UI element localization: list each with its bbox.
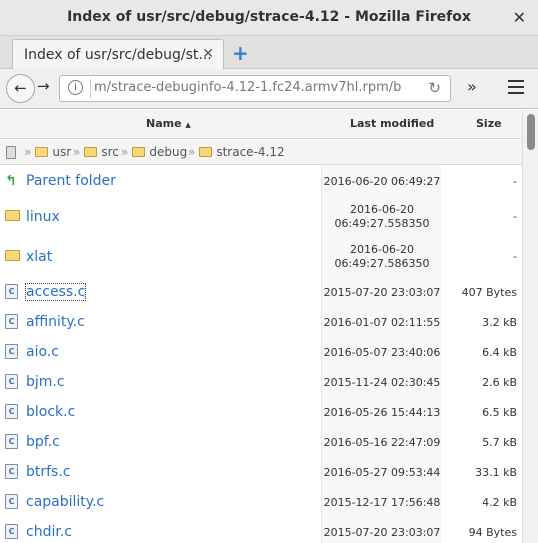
c-file-icon: C xyxy=(5,433,18,449)
list-item-file[interactable]: C capability.c 2015-12-17 17:56:48 4.2 k… xyxy=(0,488,522,518)
parent-folder-icon: ↰ xyxy=(5,173,17,189)
breadcrumb-item-debug[interactable]: » debug xyxy=(121,145,187,159)
file-name[interactable]: Parent folder xyxy=(26,173,116,189)
listing-header: Name ▲ Last modified Size xyxy=(0,110,522,139)
file-size: 407 Bytes xyxy=(461,286,517,299)
info-icon[interactable]: i xyxy=(68,80,83,95)
file-name[interactable]: block.c xyxy=(26,404,75,420)
file-size: 6.5 kB xyxy=(482,406,517,419)
window-close-icon[interactable]: ✕ xyxy=(513,8,526,27)
c-file-icon: C xyxy=(5,343,18,359)
folder-icon xyxy=(35,147,49,157)
column-header-name[interactable]: Name ▲ xyxy=(146,117,191,130)
file-name[interactable]: xlat xyxy=(26,249,52,265)
breadcrumb-item-strace[interactable]: » strace-4.12 xyxy=(188,145,285,159)
list-item-file[interactable]: C affinity.c 2016-01-07 02:11:55 3.2 kB xyxy=(0,308,522,338)
c-file-icon: C xyxy=(5,493,18,509)
c-file-icon: C xyxy=(5,523,18,539)
navigation-bar: ← → i m/strace-debuginfo-4.12-1.fc24.arm… xyxy=(0,69,538,109)
list-item-file[interactable]: C chdir.c 2015-07-20 23:03:07 94 Bytes xyxy=(0,518,522,543)
overflow-menu-icon[interactable]: » xyxy=(467,77,477,96)
file-name[interactable]: chdir.c xyxy=(26,524,72,540)
file-name[interactable]: btrfs.c xyxy=(26,464,71,480)
file-name[interactable]: access.c xyxy=(24,283,87,301)
back-button[interactable]: ← xyxy=(6,74,35,103)
file-modified: 2015-07-20 23:03:07 xyxy=(323,526,441,539)
tab-strip: Index of usr/src/debug/st... ✕ + xyxy=(0,36,538,70)
file-modified: 2016-06-20 06:49:27.586350 xyxy=(334,243,430,270)
folder-icon xyxy=(132,147,146,157)
tab-active[interactable]: Index of usr/src/debug/st... ✕ xyxy=(12,39,224,70)
breadcrumb-item-src[interactable]: » src xyxy=(73,145,119,159)
file-modified: 2015-11-24 02:30:45 xyxy=(323,376,441,389)
column-header-modified[interactable]: Last modified xyxy=(350,117,434,130)
tab-label: Index of usr/src/debug/st... xyxy=(24,47,212,63)
arrow-right-icon: → xyxy=(37,77,50,95)
file-size: - xyxy=(513,175,517,188)
file-size: 3.2 kB xyxy=(482,316,517,329)
list-item-file[interactable]: C access.c 2015-07-20 23:03:07 407 Bytes xyxy=(0,278,522,308)
file-modified: 2015-07-20 23:03:07 xyxy=(323,286,441,299)
c-file-icon: C xyxy=(5,283,18,299)
directory-listing: Name ▲ Last modified Size » usr » src » deb… xyxy=(0,110,522,543)
reload-icon[interactable]: ↻ xyxy=(428,79,441,97)
forward-button[interactable]: → xyxy=(37,77,50,95)
file-modified: 2016-05-27 09:53:44 xyxy=(323,466,441,479)
url-text[interactable]: m/strace-debuginfo-4.12-1.fc24.armv7hl.r… xyxy=(94,80,416,95)
file-size: 33.1 kB xyxy=(475,466,517,479)
arrow-left-icon: ← xyxy=(14,79,27,97)
c-file-icon: C xyxy=(5,463,18,479)
folder-icon xyxy=(84,147,98,157)
hamburger-menu-icon[interactable] xyxy=(508,80,524,98)
url-separator xyxy=(90,79,91,98)
file-name[interactable]: bpf.c xyxy=(26,434,60,450)
list-item-folder[interactable]: xlat 2016-06-20 06:49:27.586350 - xyxy=(0,238,522,276)
breadcrumb-item-usr[interactable]: » usr xyxy=(24,145,71,159)
file-modified: 2016-05-07 23:40:06 xyxy=(323,346,441,359)
file-name[interactable]: affinity.c xyxy=(26,314,85,330)
new-tab-icon[interactable]: + xyxy=(232,41,249,65)
vertical-scrollbar[interactable] xyxy=(522,110,538,543)
file-name[interactable]: linux xyxy=(26,209,60,225)
tab-close-icon[interactable]: ✕ xyxy=(202,46,214,62)
list-item-file[interactable]: C btrfs.c 2016-05-27 09:53:44 33.1 kB xyxy=(0,458,522,488)
file-size: 5.7 kB xyxy=(482,436,517,449)
c-file-icon: C xyxy=(5,373,18,389)
column-header-size[interactable]: Size xyxy=(476,117,502,130)
file-modified: 2016-05-16 22:47:09 xyxy=(323,436,441,449)
window-title: Index of usr/src/debug/strace-4.12 - Moz… xyxy=(67,9,471,25)
file-name[interactable]: bjm.c xyxy=(26,374,65,390)
list-item-file[interactable]: C bpf.c 2016-05-16 22:47:09 5.7 kB xyxy=(0,428,522,458)
file-size: 6.4 kB xyxy=(482,346,517,359)
list-item-file[interactable]: C bjm.c 2015-11-24 02:30:45 2.6 kB xyxy=(0,368,522,398)
window-titlebar: Index of usr/src/debug/strace-4.12 - Moz… xyxy=(0,0,538,36)
file-size: - xyxy=(513,250,517,263)
breadcrumb: » usr » src » debug » strace-4.12 xyxy=(0,140,522,165)
folder-icon xyxy=(5,210,20,225)
file-name[interactable]: capability.c xyxy=(26,494,104,510)
file-size: 94 Bytes xyxy=(468,526,517,539)
c-file-icon: C xyxy=(5,403,18,419)
folder-icon xyxy=(199,147,213,157)
list-item-file[interactable]: C block.c 2016-05-26 15:44:13 6.5 kB xyxy=(0,398,522,428)
folder-icon xyxy=(5,250,20,265)
list-item-file[interactable]: C aio.c 2016-05-07 23:40:06 6.4 kB xyxy=(0,338,522,368)
c-file-icon: C xyxy=(5,313,18,329)
scrollbar-thumb[interactable] xyxy=(527,114,535,150)
file-modified: 2016-05-26 15:44:13 xyxy=(323,406,441,419)
file-name[interactable]: aio.c xyxy=(26,344,59,360)
sort-ascending-icon: ▲ xyxy=(185,121,191,129)
url-bar[interactable]: i m/strace-debuginfo-4.12-1.fc24.armv7hl… xyxy=(59,75,451,102)
file-size: 2.6 kB xyxy=(482,376,517,389)
file-size: - xyxy=(513,210,517,223)
file-size: 4.2 kB xyxy=(482,496,517,509)
drive-icon[interactable] xyxy=(6,146,16,159)
file-modified: 2015-12-17 17:56:48 xyxy=(323,496,441,509)
file-modified: 2016-01-07 02:11:55 xyxy=(323,316,441,329)
list-item-folder[interactable]: linux 2016-06-20 06:49:27.558350 - xyxy=(0,198,522,236)
file-modified: 2016-06-20 06:49:27.558350 xyxy=(334,203,430,230)
list-item-parent[interactable]: ↰ Parent folder 2016-06-20 06:49:27 - xyxy=(0,166,522,196)
file-modified: 2016-06-20 06:49:27 xyxy=(323,175,441,188)
